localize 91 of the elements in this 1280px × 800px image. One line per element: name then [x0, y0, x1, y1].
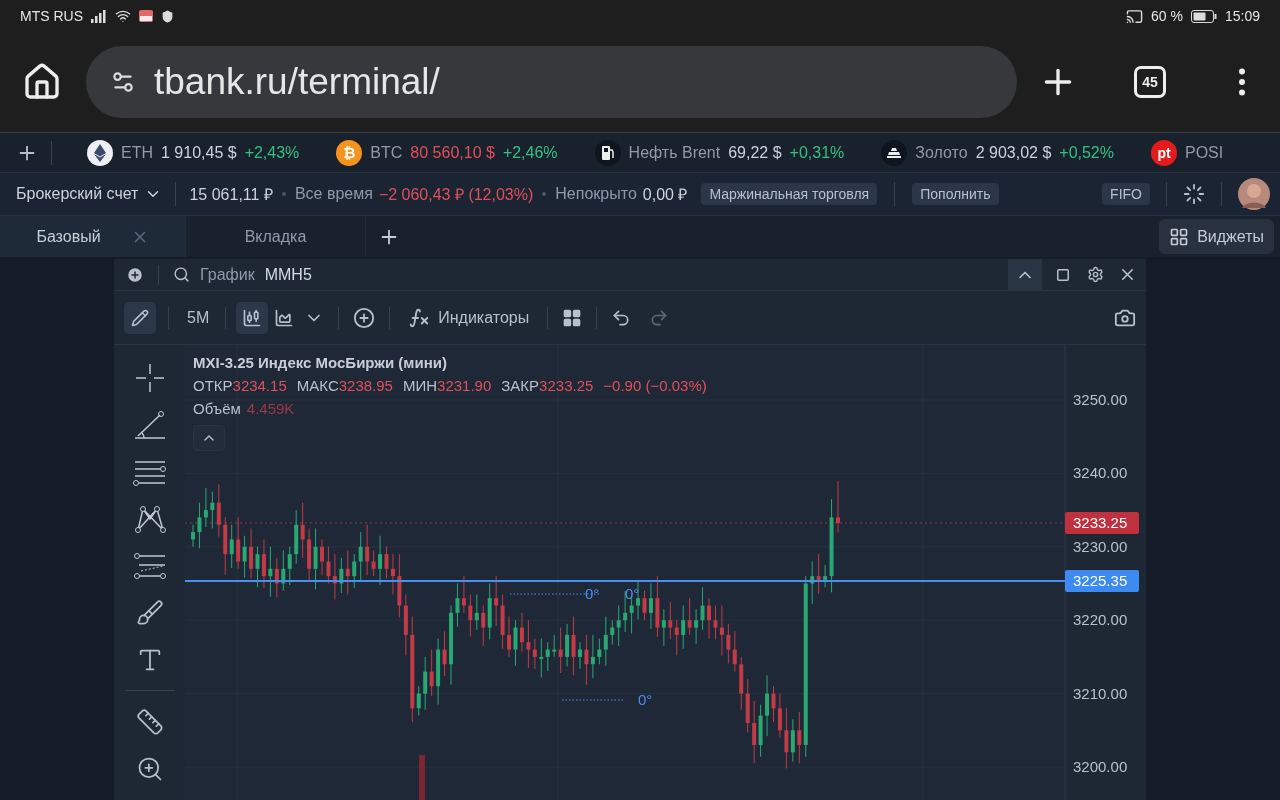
price-label: 3200.00 — [1073, 758, 1128, 775]
ohlc-value: ЗАКР3233.25 — [501, 377, 594, 394]
candlestick-icon — [242, 307, 263, 328]
ticker-change: +0,31% — [789, 143, 845, 162]
square-icon — [1056, 267, 1070, 282]
carrier-name: MTS RUS — [20, 8, 83, 24]
top-up-button[interactable]: Пополнить — [912, 183, 999, 205]
candle — [707, 597, 711, 640]
indicators-button[interactable]: Индикаторы — [404, 301, 534, 334]
chart-type-button[interactable] — [236, 301, 269, 334]
last-price-tag: 3233.25 — [1065, 511, 1139, 534]
shield-icon — [161, 9, 174, 23]
angle-label: 0° — [638, 691, 653, 708]
function-icon — [408, 306, 431, 329]
all-time-value: −2 060,43 ₽ (12,03%) — [378, 185, 534, 205]
ticker-name[interactable]: BTC — [370, 143, 403, 162]
battery-icon — [1190, 9, 1217, 23]
ticker-name[interactable]: Золото — [915, 143, 968, 162]
ticker-change: +2,43% — [244, 143, 300, 162]
candle — [578, 641, 582, 670]
ohlc-value: ОТКР3234.15 — [193, 377, 287, 394]
drawing-toggle-button[interactable] — [124, 301, 156, 334]
battery-percent: 60 % — [1151, 8, 1183, 24]
dotted-line — [561, 699, 626, 701]
volume-bar — [419, 755, 425, 800]
all-time-label: Все время — [294, 185, 373, 203]
cast-icon — [1126, 7, 1144, 25]
workspace-tab[interactable]: Вкладка — [186, 216, 366, 257]
ticker-name[interactable]: POSI — [1185, 143, 1224, 162]
price-change: −0.90 (−0.03%) — [603, 377, 707, 394]
legend-collapse-button[interactable] — [193, 425, 225, 451]
ticker-price: 80 560,10 $ — [410, 143, 495, 162]
fuel-pump-icon — [594, 139, 621, 166]
company-logo-icon: pt — [1151, 139, 1177, 166]
bullion-icon — [881, 139, 908, 166]
candle — [836, 480, 840, 533]
settings-icon — [1086, 266, 1104, 283]
ohlc-value: МАКС3238.95 — [296, 377, 393, 394]
price-label: 3250.00 — [1073, 391, 1128, 408]
volume-label: Объём — [193, 400, 241, 417]
ticker-name[interactable]: Нефть Brent — [628, 143, 721, 162]
candle — [191, 524, 195, 548]
search-icon[interactable] — [173, 266, 190, 283]
price-label: 3210.00 — [1073, 684, 1128, 702]
line-price-tag: 3225.35 — [1065, 569, 1139, 592]
grid-icon[interactable] — [562, 307, 583, 328]
area-chart-icon — [274, 307, 295, 328]
candle — [320, 538, 324, 576]
horizontal-line[interactable] — [185, 579, 1066, 582]
account-selector[interactable]: Брокерский счет — [16, 185, 163, 203]
home-button[interactable] — [22, 62, 62, 102]
ticker-change: +0,52% — [1059, 143, 1114, 162]
fifo-chip[interactable]: FIFO — [1102, 183, 1150, 205]
instrument-name: MXI-3.25 Индекс МосБиржи (мини) — [193, 354, 448, 371]
site-settings-icon[interactable] — [110, 69, 136, 95]
price-label: 3230.00 — [1073, 537, 1128, 555]
wifi-icon — [115, 8, 131, 24]
angle-label: 0° — [585, 585, 600, 602]
radial-lines-icon[interactable] — [1183, 183, 1205, 205]
widgets-button[interactable]: Виджеты — [1159, 219, 1274, 254]
account-balance: 15 061,11 ₽ — [189, 185, 273, 205]
ticker-name[interactable]: ETH — [121, 143, 153, 162]
ticker-price: 69,22 $ — [728, 143, 782, 162]
signal-icon — [91, 9, 107, 23]
margin-trading-chip[interactable]: Маржинальная торговля — [701, 183, 878, 205]
uncovered-value: 0,00 ₽ — [642, 185, 688, 205]
interval-button[interactable]: 5M — [181, 301, 216, 334]
coin-logo-icon: ₿ — [336, 139, 363, 166]
instrument-ticker[interactable]: MMH5 — [264, 265, 312, 284]
ticker-price: 2 903,02 $ — [975, 143, 1052, 162]
avatar[interactable] — [1238, 178, 1270, 210]
price-label: 3240.00 — [1073, 464, 1128, 482]
price-label: 3220.00 — [1073, 611, 1128, 629]
pencil-icon — [131, 308, 149, 327]
volume-value: 4.459K — [246, 400, 295, 417]
grid-icon — [1169, 226, 1190, 247]
ticker-price: 1 910,45 $ — [161, 143, 237, 162]
add-icon[interactable] — [126, 265, 144, 284]
redo-icon[interactable] — [649, 307, 670, 328]
diamond-logo-icon — [87, 139, 113, 166]
tab-switcher-button[interactable]: 45 — [1134, 66, 1166, 98]
angle-label: 0° — [625, 585, 640, 602]
workspace-tab[interactable]: Базовый — [0, 216, 186, 257]
app-notification-icon — [139, 10, 153, 22]
ohlc-value: МИН3231.90 — [402, 377, 492, 394]
address-bar[interactable]: tbank.ru/terminal/ — [86, 46, 1017, 118]
uncovered-label: Непокрыто — [555, 185, 637, 203]
clock-time: 15:09 — [1224, 8, 1260, 24]
ticker-change: +2,46% — [502, 143, 558, 162]
add-icon[interactable] — [353, 306, 376, 329]
widget-title: График — [200, 265, 255, 284]
